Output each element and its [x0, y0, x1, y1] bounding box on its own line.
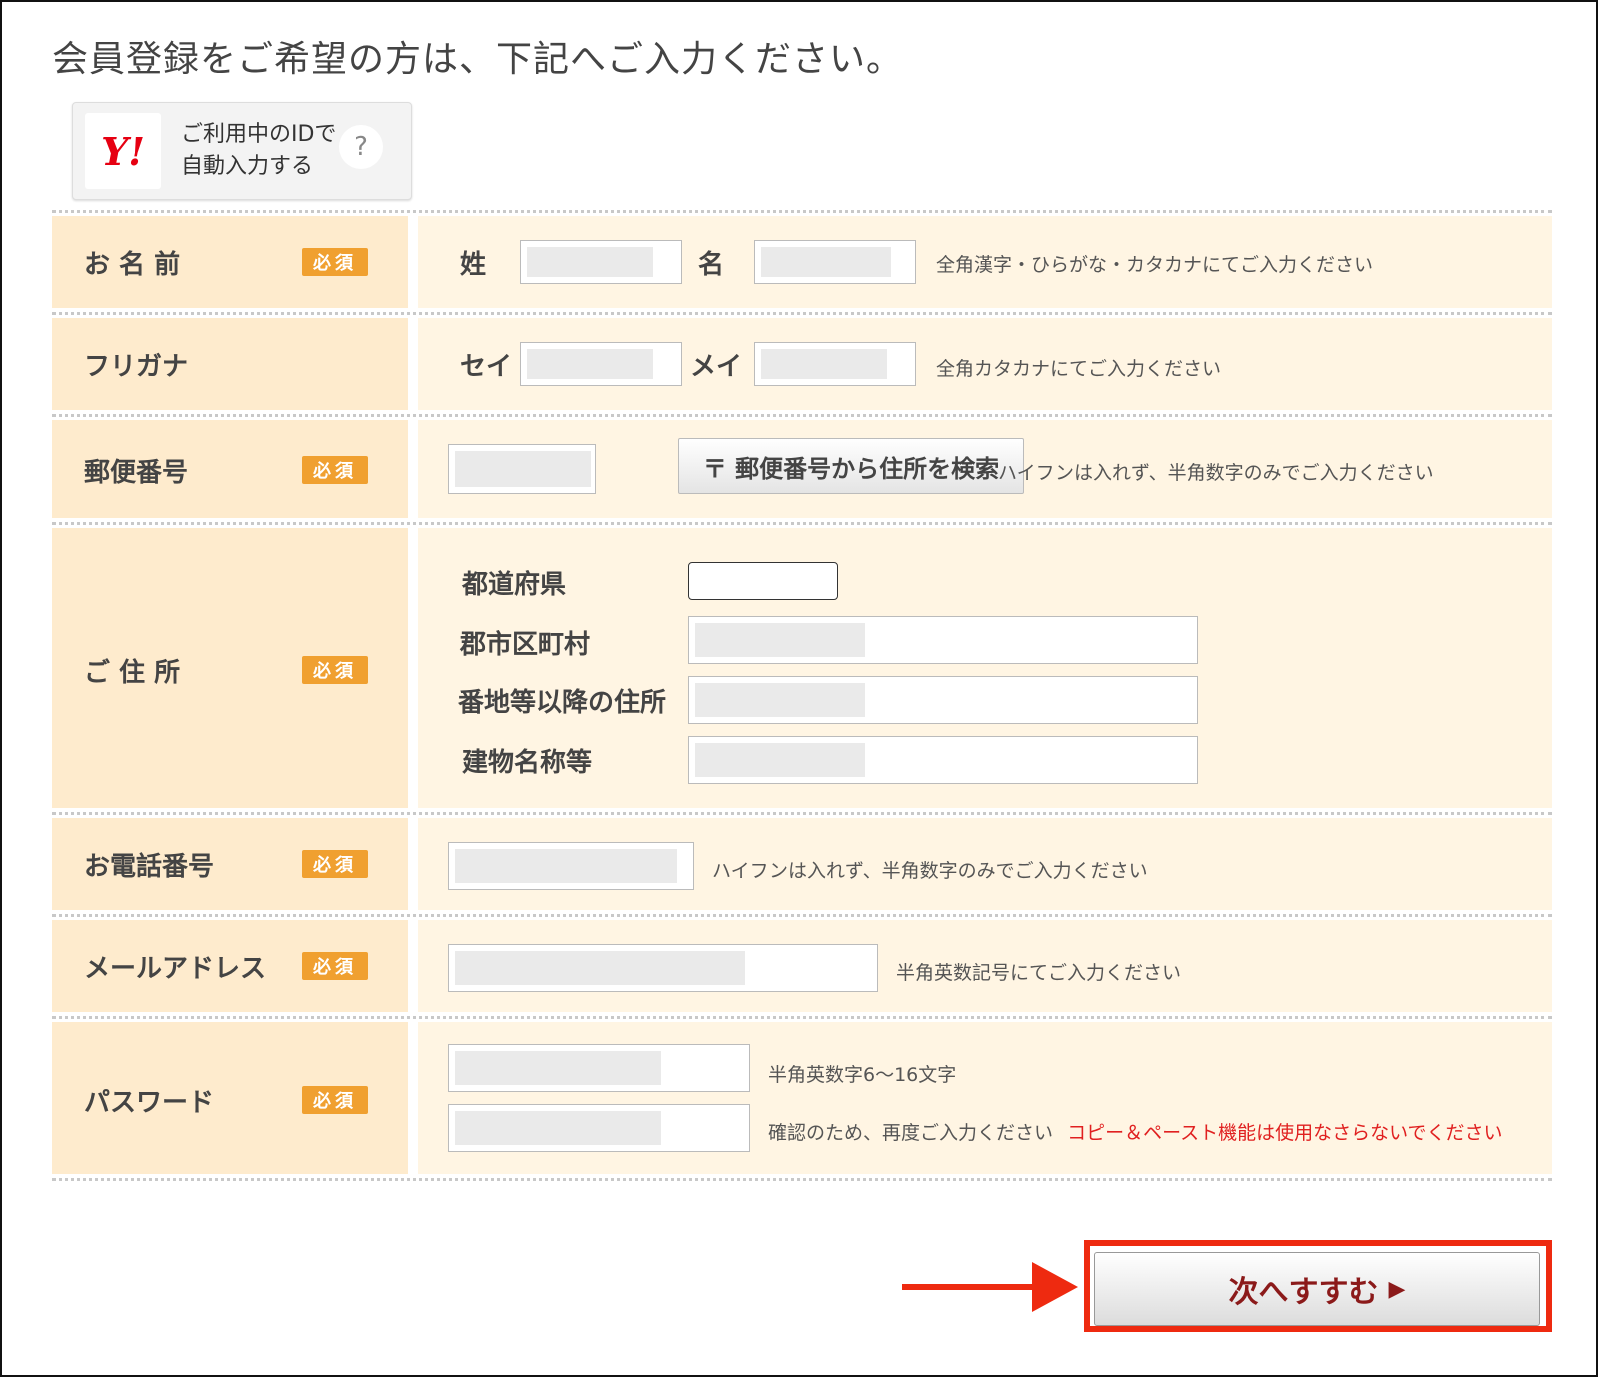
first-name-label: 名 — [698, 250, 725, 280]
address-label: ご 住 所 — [84, 658, 181, 688]
row-divider — [52, 914, 1552, 917]
label-cell: お 名 前 必須 — [52, 216, 408, 308]
password-confirm-hint: 確認のため、再度ご入力ください コピー＆ペースト機能は使用なさらないでください — [768, 1118, 1503, 1145]
row-divider — [52, 1178, 1552, 1181]
password-confirm-input[interactable] — [448, 1104, 750, 1152]
furigana-hint: 全角カタカナにてご入力ください — [936, 358, 1222, 380]
yahoo-autofill-button[interactable]: Y! ご利用中のIDで 自動入力する ? — [72, 102, 412, 200]
name-label: お 名 前 — [84, 250, 181, 280]
phone-label: お電話番号 — [84, 852, 215, 882]
mei-label: メイ — [690, 352, 743, 382]
highlight-box — [1084, 1240, 1552, 1332]
help-icon[interactable]: ? — [339, 125, 383, 169]
password-hint: 半角英数字6〜16文字 — [768, 1064, 957, 1086]
row-divider — [52, 1016, 1552, 1019]
annotation-arrow-head-icon — [1032, 1262, 1078, 1312]
furigana-label: フリガナ — [84, 352, 189, 382]
password-input[interactable] — [448, 1044, 750, 1092]
password-label: パスワード — [84, 1088, 215, 1118]
last-name-input[interactable] — [520, 240, 682, 284]
form-row-zip: 郵便番号 必須 〒 郵便番号から住所を検索 ハイフンは入れず、半角数字のみでご入… — [52, 420, 1552, 518]
row-divider — [52, 312, 1552, 315]
form-row-name: お 名 前 必須 姓 名 全角漢字・ひらがな・カタカナにてご入力ください — [52, 216, 1552, 308]
prefecture-select[interactable] — [688, 562, 838, 600]
yahoo-autofill-text: ご利用中のIDで 自動入力する — [181, 119, 351, 183]
zip-input[interactable] — [448, 444, 596, 494]
email-label: メールアドレス — [84, 954, 267, 984]
zip-hint: ハイフンは入れず、半角数字のみでご入力ください — [998, 462, 1434, 484]
name-hint: 全角漢字・ひらがな・カタカナにてご入力ください — [936, 254, 1374, 276]
prefecture-label: 都道府県 — [462, 570, 567, 600]
label-cell: お電話番号 必須 — [52, 818, 408, 910]
yahoo-autofill-line2: 自動入力する — [181, 154, 314, 179]
value-cell: セイ メイ 全角カタカナにてご入力ください — [418, 318, 1552, 410]
city-input[interactable] — [688, 616, 1198, 664]
street-label: 番地等以降の住所 — [458, 688, 667, 718]
row-divider — [52, 414, 1552, 417]
form-row-email: メールアドレス 必須 半角英数記号にてご入力ください — [52, 920, 1552, 1012]
required-badge: 必須 — [302, 1086, 368, 1114]
email-hint: 半角英数記号にてご入力ください — [896, 962, 1182, 984]
label-cell: フリガナ — [52, 318, 408, 410]
zip-search-button[interactable]: 〒 郵便番号から住所を検索 — [678, 438, 1024, 494]
required-badge: 必須 — [302, 952, 368, 980]
sei-label: セイ — [460, 352, 513, 382]
zip-label: 郵便番号 — [84, 458, 189, 488]
building-input[interactable] — [688, 736, 1198, 784]
form-row-address: ご 住 所 必須 都道府県 郡市区町村 番地等以降の住所 建物名称等 — [52, 528, 1552, 808]
city-label: 郡市区町村 — [460, 630, 591, 660]
label-cell: 郵便番号 必須 — [52, 420, 408, 518]
page-heading: 会員登録をご希望の方は、下記へご入力ください。 — [52, 39, 904, 80]
label-cell: ご 住 所 必須 — [52, 528, 408, 808]
building-label: 建物名称等 — [462, 748, 593, 778]
phone-hint: ハイフンは入れず、半角数字のみでご入力ください — [712, 860, 1148, 882]
label-cell: メールアドレス 必須 — [52, 920, 408, 1012]
form-row-furigana: フリガナ セイ メイ 全角カタカナにてご入力ください — [52, 318, 1552, 410]
form-row-phone: お電話番号 必須 ハイフンは入れず、半角数字のみでご入力ください — [52, 818, 1552, 910]
copy-paste-warning: コピー＆ペースト機能は使用なさらないでください — [1067, 1122, 1503, 1144]
annotation-arrow-line — [902, 1284, 1042, 1290]
required-badge: 必須 — [302, 850, 368, 878]
value-cell: 都道府県 郡市区町村 番地等以降の住所 建物名称等 — [418, 528, 1552, 808]
required-badge: 必須 — [302, 656, 368, 684]
value-cell: 姓 名 全角漢字・ひらがな・カタカナにてご入力ください — [418, 216, 1552, 308]
form-row-password: パスワード 必須 半角英数字6〜16文字 確認のため、再度ご入力ください コピー… — [52, 1022, 1552, 1174]
row-divider — [52, 210, 1552, 213]
required-badge: 必須 — [302, 248, 368, 276]
email-input[interactable] — [448, 944, 878, 992]
label-cell: パスワード 必須 — [52, 1022, 408, 1174]
first-name-input[interactable] — [754, 240, 916, 284]
yahoo-logo-icon: Y! — [85, 113, 161, 189]
required-badge: 必須 — [302, 456, 368, 484]
phone-input[interactable] — [448, 842, 694, 890]
street-input[interactable] — [688, 676, 1198, 724]
row-divider — [52, 522, 1552, 525]
sei-input[interactable] — [520, 342, 682, 386]
mei-input[interactable] — [754, 342, 916, 386]
password-confirm-text: 確認のため、再度ご入力ください — [768, 1122, 1054, 1144]
row-divider — [52, 812, 1552, 815]
last-name-label: 姓 — [460, 250, 487, 280]
yahoo-autofill-line1: ご利用中のIDで — [181, 122, 337, 147]
